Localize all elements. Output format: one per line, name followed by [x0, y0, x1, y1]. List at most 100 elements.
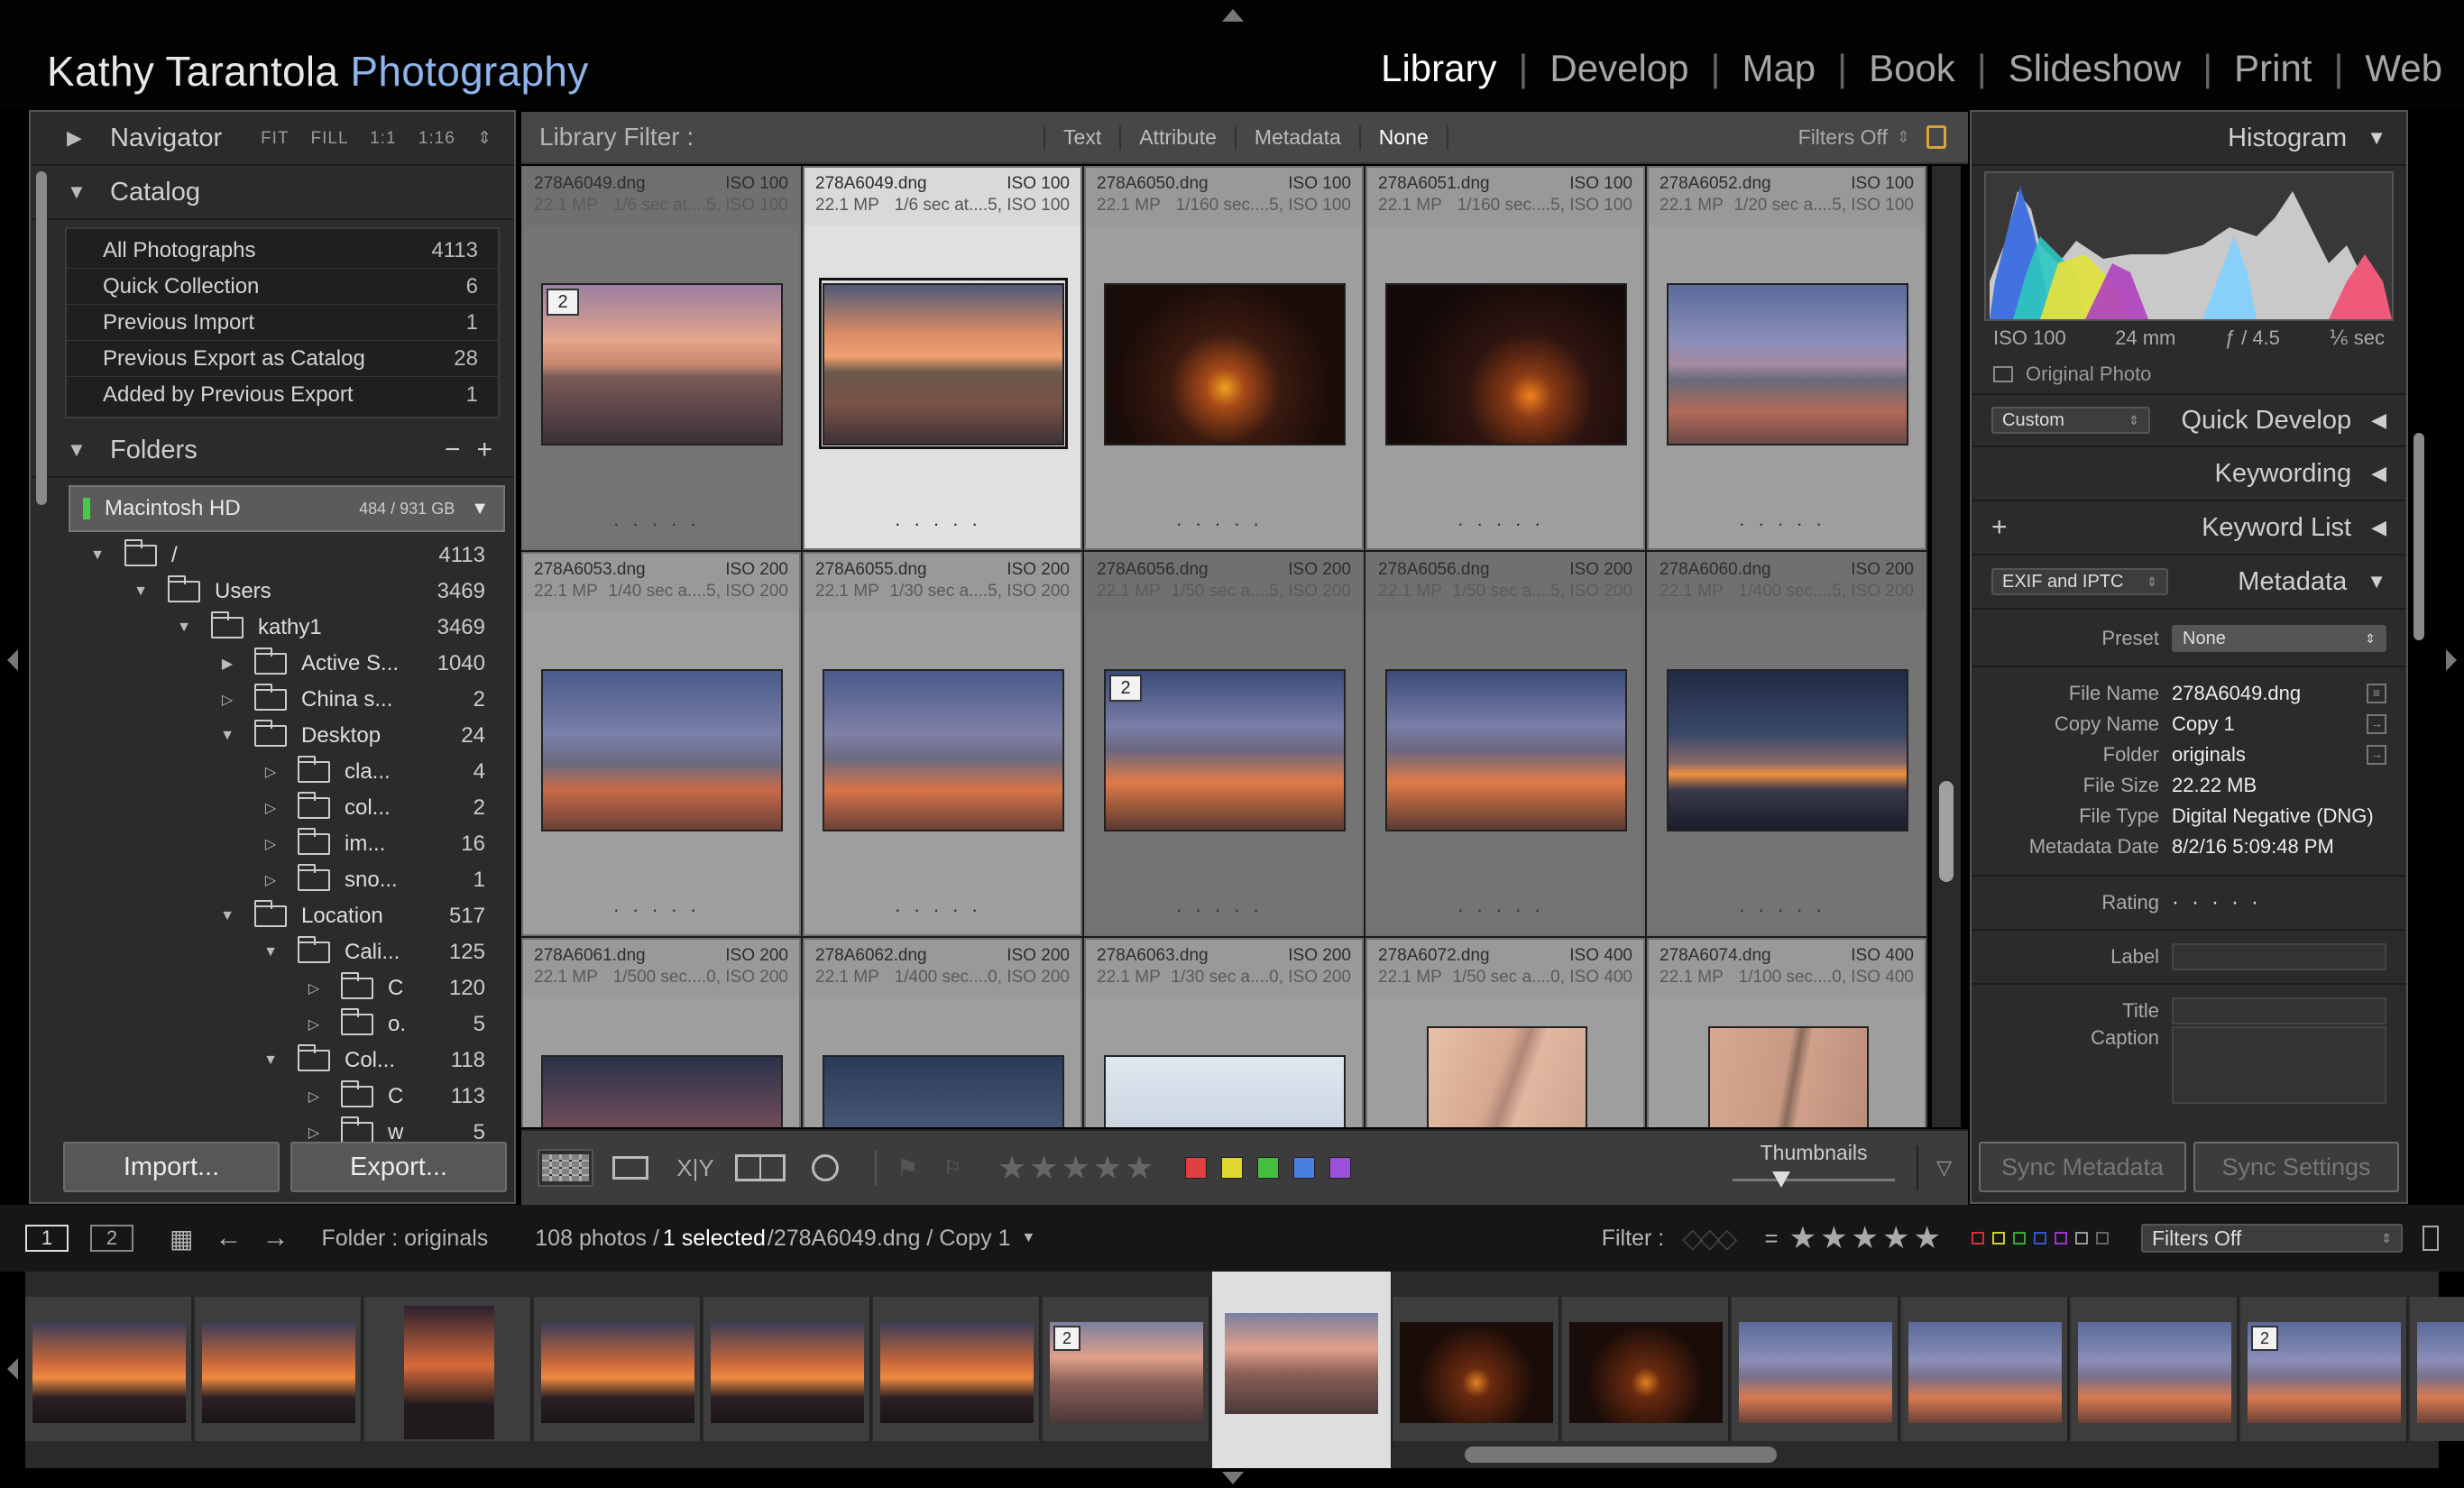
folder-row[interactable]: ▼ Cali... 125: [31, 934, 514, 970]
cell-thumbnail[interactable]: [1385, 669, 1627, 831]
folder-row[interactable]: ▼ Location 517: [31, 898, 514, 934]
disclosure-closed-icon[interactable]: ▷: [260, 763, 281, 781]
rating-stars[interactable]: ★★★★★: [998, 1149, 1156, 1187]
grid-icon[interactable]: ▦: [170, 1224, 193, 1254]
folder-row[interactable]: ▷ col... 2: [31, 790, 514, 826]
filmstrip-thumb[interactable]: [1562, 1297, 1730, 1441]
folders-header[interactable]: ▼ Folders − +: [31, 424, 514, 478]
cell-rating-dots[interactable]: ·····: [804, 512, 1080, 536]
expand-arrow-icon[interactable]: ◀: [2371, 516, 2386, 539]
cell-rating-dots[interactable]: ·····: [1649, 898, 1925, 922]
folder-row[interactable]: ▼ / 4113: [31, 537, 514, 574]
grid-cell[interactable]: 278A6063.dng ISO 200 22.1 MP 1/30 sec a....…: [1084, 938, 1364, 1127]
module-library[interactable]: Library: [1359, 47, 1518, 90]
cell-rating-dots[interactable]: ·····: [523, 512, 799, 536]
grid-cell[interactable]: 278A6053.dng ISO 200 22.1 MP 1/40 sec a....…: [521, 552, 801, 936]
catalog-header[interactable]: ▼ Catalog: [31, 166, 514, 220]
stack-count-badge[interactable]: 2: [547, 289, 579, 316]
go-to-folder-icon[interactable]: →: [2367, 745, 2386, 765]
color-label-blue[interactable]: [1293, 1157, 1316, 1179]
grid-cell[interactable]: 278A6056.dng ISO 200 22.1 MP 1/50 sec a....…: [1084, 552, 1364, 936]
remove-folder-icon[interactable]: −: [445, 435, 461, 465]
filmstrip-thumb[interactable]: [1901, 1297, 2069, 1441]
disclosure-closed-icon[interactable]: ▷: [260, 799, 281, 817]
folder-row[interactable]: ▷ cla... 4: [31, 754, 514, 790]
grid-cell[interactable]: 278A6061.dng ISO 200 22.1 MP 1/500 sec....0…: [521, 938, 801, 1127]
main-window-button[interactable]: 1: [25, 1225, 69, 1252]
cell-rating-dots[interactable]: ·····: [523, 898, 799, 922]
disclosure-closed-icon[interactable]: ▷: [260, 835, 281, 853]
stack-count-badge[interactable]: 2: [1053, 1326, 1080, 1351]
grid-cell[interactable]: 278A6055.dng ISO 200 22.1 MP 1/30 sec a....…: [803, 552, 1082, 936]
filters-off-preset[interactable]: Filters Off: [1798, 125, 1888, 150]
filmstrip-thumb[interactable]: 2: [1043, 1297, 1210, 1441]
catalog-item[interactable]: Quick Collection 6: [67, 269, 498, 305]
filmstrip-thumb[interactable]: [703, 1297, 871, 1441]
add-folder-icon[interactable]: +: [476, 435, 492, 465]
filmstrip-thumb[interactable]: [2410, 1297, 2464, 1441]
sync-metadata-button[interactable]: Sync Metadata: [1979, 1142, 2186, 1192]
volume-bar[interactable]: Macintosh HD 484 / 931 GB ▼: [69, 485, 505, 532]
color-label-purple[interactable]: [1329, 1157, 1352, 1179]
disclosure-open-icon[interactable]: ▼: [130, 583, 152, 600]
add-keyword-icon[interactable]: +: [1991, 512, 2008, 543]
secondary-window-button[interactable]: 2: [90, 1225, 133, 1252]
expand-arrow-icon[interactable]: ◀: [2371, 409, 2386, 432]
saved-preset-select[interactable]: Custom ⇕: [1991, 407, 2150, 434]
metadata-caption-field[interactable]: [2172, 1026, 2386, 1104]
compare-view-icon[interactable]: X|Y: [667, 1149, 723, 1187]
expand-arrow-icon[interactable]: ▶: [67, 126, 88, 150]
histogram-graph[interactable]: [1984, 171, 2394, 321]
grid-cell[interactable]: 278A6060.dng ISO 200 22.1 MP 1/400 sec....5…: [1647, 552, 1926, 936]
cell-thumbnail[interactable]: [1104, 1055, 1346, 1127]
thumbnail-size-slider[interactable]: [1772, 1171, 1791, 1188]
source-folder[interactable]: Folder : originals: [321, 1226, 488, 1252]
filmstrip-thumb[interactable]: [1732, 1297, 1899, 1441]
grid-cell[interactable]: 278A6050.dng ISO 100 22.1 MP 1/160 sec....5…: [1084, 166, 1364, 550]
cell-thumbnail[interactable]: [1427, 1026, 1587, 1127]
preset-stepper-icon[interactable]: ⇕: [1897, 128, 1910, 147]
cell-thumbnail[interactable]: [823, 669, 1064, 831]
catalog-item[interactable]: Previous Import 1: [67, 305, 498, 341]
flag-icon[interactable]: ⚑: [889, 1149, 925, 1187]
disclosure-closed-icon[interactable]: ▶: [216, 655, 238, 673]
filmstrip-scroll-left-icon[interactable]: [7, 1358, 18, 1380]
metadata-preset-select[interactable]: None ⇕: [2172, 625, 2386, 652]
grid-scrollbar[interactable]: [1932, 166, 1961, 1127]
color-label-red[interactable]: [1185, 1157, 1208, 1179]
metadata-value[interactable]: 278A6049.dng: [2172, 682, 2301, 705]
folder-row[interactable]: ▷ im... 16: [31, 826, 514, 862]
filmstrip-thumb[interactable]: [364, 1297, 532, 1441]
grid-scroll-thumb[interactable]: [1939, 781, 1954, 882]
cell-thumbnail[interactable]: [541, 1055, 783, 1127]
quick-develop-header[interactable]: Custom ⇕ Quick Develop ◀: [1972, 393, 2406, 447]
grid-cell[interactable]: 278A6052.dng ISO 100 22.1 MP 1/20 sec a....…: [1647, 166, 1926, 550]
color-label-yellow[interactable]: [1221, 1157, 1244, 1179]
disclosure-open-icon[interactable]: ▼: [216, 728, 238, 744]
zoom-1-1[interactable]: 1:1: [370, 129, 396, 148]
stack-count-badge[interactable]: 2: [2251, 1326, 2278, 1351]
go-to-master-icon[interactable]: →: [2367, 714, 2386, 734]
loupe-view-icon[interactable]: [602, 1149, 658, 1187]
color-label-green[interactable]: [1257, 1157, 1280, 1179]
metadata-label-field[interactable]: [2172, 943, 2386, 970]
disclosure-open-icon[interactable]: ▼: [216, 908, 238, 924]
folder-row[interactable]: ▷ C 120: [31, 970, 514, 1006]
grid-cell[interactable]: 278A6049.dng ISO 100 22.1 MP 1/6 sec at....…: [521, 166, 801, 550]
sync-settings-button[interactable]: Sync Settings: [2193, 1142, 2399, 1192]
zoom-fill[interactable]: FILL: [311, 129, 348, 148]
original-photo-toggle[interactable]: Original Photo: [1993, 363, 2385, 386]
folder-row[interactable]: ▼ Col... 118: [31, 1043, 514, 1079]
metadata-title-field[interactable]: [2172, 997, 2386, 1024]
people-view-icon[interactable]: [797, 1149, 853, 1187]
cell-thumbnail[interactable]: [541, 669, 783, 831]
keywording-header[interactable]: Keywording ◀: [1972, 447, 2406, 501]
bottom-panel-toggle-icon[interactable]: [1222, 1472, 1244, 1484]
right-panel-toggle-icon[interactable]: [2446, 649, 2457, 671]
filter-metadata[interactable]: Metadata: [1234, 124, 1359, 150]
keyword-list-header[interactable]: + Keyword List ◀: [1972, 501, 2406, 556]
disclosure-open-icon[interactable]: ▼: [173, 620, 195, 636]
filmstrip-thumb[interactable]: 2: [2240, 1297, 2408, 1441]
cell-thumbnail[interactable]: [1104, 283, 1346, 445]
cell-rating-dots[interactable]: ·····: [804, 898, 1080, 922]
